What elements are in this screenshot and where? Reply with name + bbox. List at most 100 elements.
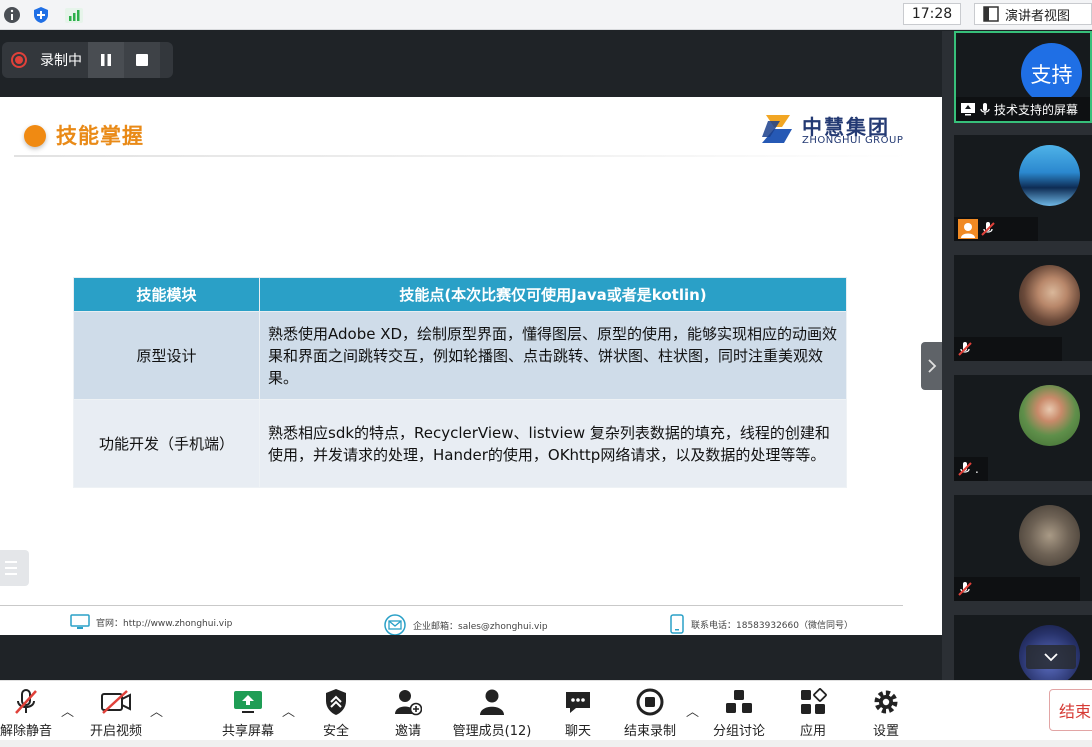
participant-tile[interactable]: . xyxy=(954,375,1092,481)
share-screen-icon xyxy=(234,691,262,713)
settings-button[interactable]: 设置 xyxy=(866,687,906,739)
breakout-rooms-button[interactable]: 分组讨论 xyxy=(708,687,770,739)
table-cell-points: 熟悉相应sdk的特点，RecyclerView、listview 复杂列表数据的… xyxy=(259,399,847,488)
participant-tile[interactable] xyxy=(954,255,1092,361)
toolbar-label: 开启视频 xyxy=(89,724,142,739)
footer-email: 企业邮箱：sales@zhonghui.vip xyxy=(383,614,548,635)
end-meeting-button[interactable]: 结束 xyxy=(1049,689,1092,731)
chevron-right-icon xyxy=(928,359,937,373)
manage-members-button[interactable]: 管理成员(12) xyxy=(452,687,532,739)
table-row: 功能开发（手机端） 熟悉相应sdk的特点，RecyclerView、listvi… xyxy=(73,399,847,488)
unmute-button[interactable]: 解除静音 xyxy=(0,687,52,739)
info-icon[interactable] xyxy=(2,5,22,25)
avatar: 支持 xyxy=(1021,43,1082,104)
participant-tile[interactable] xyxy=(954,495,1092,601)
presenter-view-button[interactable]: 演讲者视图 xyxy=(974,3,1092,25)
logo-english: ZHONGHUI GROUP xyxy=(802,135,904,146)
presentation-slide: 技能掌握 中慧集团 ZHONGHUI GROUP 技能模块 技能点(本次比赛仅可… xyxy=(0,97,942,635)
footer-divider xyxy=(0,605,903,606)
mic-icon xyxy=(980,103,990,115)
record-options-caret-icon[interactable]: ︿ xyxy=(686,701,699,720)
stop-icon xyxy=(136,54,148,66)
zhonghui-logo-icon xyxy=(762,115,792,143)
toolbar-label: 共享屏幕 xyxy=(221,724,274,739)
start-video-button[interactable]: 开启视频 xyxy=(85,687,147,739)
table-row: 原型设计 熟悉使用Adobe XD，绘制原型界面，懂得图层、原型的使用，能够实现… xyxy=(73,311,847,400)
share-options-caret-icon[interactable]: ︿ xyxy=(282,701,295,720)
title-divider xyxy=(14,155,910,157)
title-bullet-icon xyxy=(24,125,46,147)
meeting-clock: 17:28 xyxy=(903,3,961,25)
chat-icon xyxy=(566,692,590,713)
video-options-caret-icon[interactable]: ︿ xyxy=(150,701,163,720)
participant-namebar xyxy=(954,577,1080,601)
members-icon xyxy=(480,689,504,715)
toolbar-label: 结束录制 xyxy=(623,724,676,739)
record-indicator-icon xyxy=(11,52,27,68)
pause-recording-button[interactable] xyxy=(88,42,124,78)
security-shield-icon[interactable] xyxy=(31,5,51,25)
table-header: 技能点(本次比赛仅可使用Java或者是kotlin) xyxy=(259,277,847,312)
participant-namebar: . xyxy=(954,457,988,481)
user-icon xyxy=(958,219,978,239)
invite-icon xyxy=(395,690,422,716)
status-strip xyxy=(0,740,1092,747)
presenter-view-icon xyxy=(983,6,999,22)
meeting-window: 17:28 演讲者视图 录制中 技能掌握 中慧集团 ZHONGHUI GROUP… xyxy=(0,0,1092,747)
screen-share-icon xyxy=(961,103,975,116)
participant-namebar xyxy=(954,217,1038,241)
participant-panel: 支持 技术支持的屏幕 . xyxy=(942,31,1092,680)
footer-website-text: 官网：http://www.zhonghui.vip xyxy=(96,618,233,629)
slide-title: 技能掌握 xyxy=(56,124,144,148)
table-header: 技能模块 xyxy=(73,277,260,312)
apps-icon xyxy=(801,688,827,714)
participant-tile[interactable] xyxy=(954,135,1092,241)
footer-phone: 联系电话：18583932660（微信同号） xyxy=(669,614,853,634)
mic-muted-icon xyxy=(958,582,972,596)
toolbar-label: 管理成员(12) xyxy=(452,724,532,739)
footer-phone-text: 联系电话：18583932660（微信同号） xyxy=(691,620,853,631)
security-button[interactable]: 安全 xyxy=(316,687,356,739)
mic-muted-icon xyxy=(958,462,972,476)
collapse-panel-button[interactable] xyxy=(921,342,943,390)
avatar xyxy=(1019,265,1080,326)
table-cell-module: 功能开发（手机端） xyxy=(73,399,260,488)
recording-label: 录制中 xyxy=(40,53,82,69)
company-logo: 中慧集团 ZHONGHUI GROUP xyxy=(760,111,910,149)
participant-name: . xyxy=(975,462,979,476)
gear-icon xyxy=(874,690,898,714)
avatar xyxy=(1019,385,1080,446)
participant-tile[interactable] xyxy=(954,615,1092,680)
chevron-down-icon xyxy=(1044,653,1058,662)
stop-record-icon xyxy=(636,688,664,716)
recording-bar: 录制中 xyxy=(2,42,173,78)
chat-button[interactable]: 聊天 xyxy=(558,687,598,739)
toolbar-label: 设置 xyxy=(872,724,899,739)
invite-button[interactable]: 邀请 xyxy=(388,687,428,739)
toolbar-label: 应用 xyxy=(799,724,826,739)
table-cell-module: 原型设计 xyxy=(73,311,260,400)
avatar xyxy=(1019,505,1080,566)
end-recording-button[interactable]: 结束录制 xyxy=(620,687,680,739)
mail-icon xyxy=(384,614,406,635)
audio-options-caret-icon[interactable]: ︿ xyxy=(61,701,74,720)
scroll-down-button[interactable] xyxy=(1026,645,1076,669)
signal-icon[interactable] xyxy=(64,5,84,25)
toolbar-label: 分组讨论 xyxy=(712,724,765,739)
shield-icon xyxy=(326,689,346,715)
presenter-view-label: 演讲者视图 xyxy=(1005,8,1071,24)
slide-menu-handle[interactable] xyxy=(0,550,29,586)
meeting-toolbar: 解除静音 ︿ 开启视频 ︿ 共享屏幕 ︿ 安全 邀请 管理成员(12) 聊天 结… xyxy=(0,680,1092,747)
participant-namebar xyxy=(954,337,1062,361)
toolbar-label: 安全 xyxy=(322,724,349,739)
phone-icon xyxy=(670,614,684,634)
stop-recording-button[interactable] xyxy=(124,42,160,78)
pause-icon xyxy=(101,54,111,66)
participant-tile[interactable]: 支持 技术支持的屏幕 xyxy=(954,31,1092,123)
share-screen-button[interactable]: 共享屏幕 xyxy=(218,687,278,739)
toolbar-label: 邀请 xyxy=(394,724,421,739)
apps-button[interactable]: 应用 xyxy=(793,687,833,739)
mic-muted-icon xyxy=(958,342,972,356)
avatar xyxy=(1019,145,1080,206)
breakout-icon xyxy=(726,690,752,713)
